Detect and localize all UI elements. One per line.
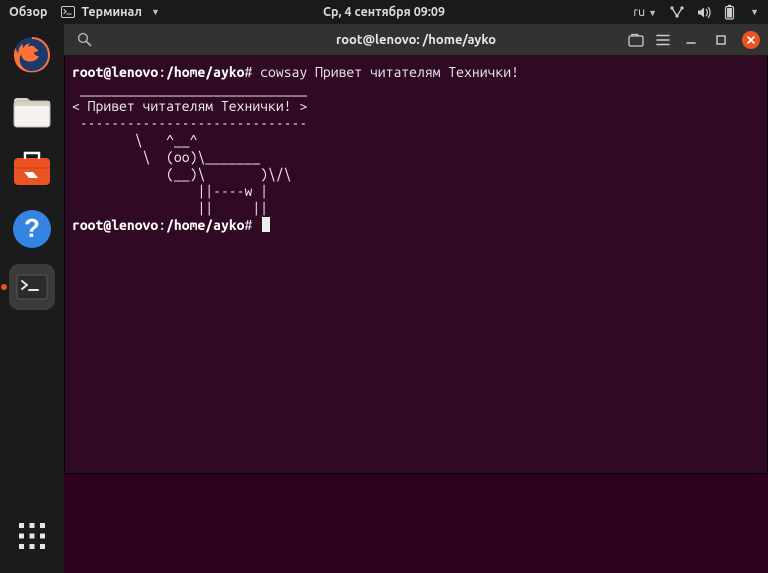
chevron-down-icon: ▼ <box>151 7 160 17</box>
input-lang-label: ru <box>633 5 645 19</box>
prompt-path: /home/ayko <box>166 64 244 80</box>
terminal-icon <box>16 274 48 300</box>
panel-datetime[interactable]: Ср, 4 сентября 09:09 <box>323 5 445 19</box>
firefox-icon <box>11 34 53 76</box>
terminal-window: root@lenovo: /home/ayko root@lenovo:/hom… <box>64 24 768 474</box>
launcher-item-terminal[interactable] <box>9 264 55 310</box>
search-button[interactable] <box>72 28 96 52</box>
system-menu-chevron-icon[interactable]: ▼ <box>750 7 759 17</box>
battery-icon[interactable] <box>724 4 735 20</box>
new-tab-icon[interactable] <box>628 33 644 47</box>
help-icon: ? <box>11 208 53 250</box>
window-titlebar[interactable]: root@lenovo: /home/ayko <box>64 24 768 56</box>
prompt-userhost: root@lenovo <box>72 217 158 233</box>
window-maximize-button[interactable] <box>712 31 730 49</box>
launcher-dock: ? <box>0 24 64 573</box>
terminal-command: cowsay Привет читателям Технички! <box>260 64 519 80</box>
input-source-indicator[interactable]: ru▼ <box>633 5 657 19</box>
launcher-item-help[interactable]: ? <box>9 206 55 252</box>
prompt-path: /home/ayko <box>166 217 244 233</box>
volume-icon[interactable] <box>697 6 712 19</box>
hamburger-menu-icon[interactable] <box>656 34 670 46</box>
prompt-symbol: # <box>245 217 253 233</box>
launcher-item-files[interactable] <box>9 90 55 136</box>
minimize-icon <box>685 34 697 46</box>
chevron-down-icon: ▼ <box>648 8 657 18</box>
network-icon[interactable] <box>669 5 685 19</box>
window-title: root@lenovo: /home/ayko <box>336 33 496 47</box>
terminal-small-icon <box>61 6 75 18</box>
close-icon <box>745 34 757 46</box>
launcher-item-software[interactable] <box>9 148 55 194</box>
terminal-output: _____________________________ < Привет ч… <box>72 81 307 216</box>
window-close-button[interactable] <box>742 31 760 49</box>
software-icon <box>10 149 54 193</box>
terminal-cursor <box>262 217 270 232</box>
window-minimize-button[interactable] <box>682 31 700 49</box>
launcher-item-firefox[interactable] <box>9 32 55 78</box>
apps-grid-icon <box>18 522 46 550</box>
prompt-symbol: # <box>245 64 253 80</box>
terminal-content[interactable]: root@lenovo:/home/ayko# cowsay Привет чи… <box>64 56 768 474</box>
top-panel: Обзор Терминал ▼ Ср, 4 сентября 09:09 ru… <box>0 0 768 24</box>
overview-button[interactable]: Обзор <box>9 5 47 19</box>
app-menu[interactable]: Терминал ▼ <box>61 5 159 19</box>
files-icon <box>11 93 53 133</box>
svg-text:?: ? <box>24 213 40 243</box>
prompt-userhost: root@lenovo <box>72 64 158 80</box>
app-menu-label: Терминал <box>81 5 142 19</box>
show-applications-button[interactable] <box>9 513 55 559</box>
maximize-icon <box>715 34 727 46</box>
search-icon <box>77 32 92 47</box>
